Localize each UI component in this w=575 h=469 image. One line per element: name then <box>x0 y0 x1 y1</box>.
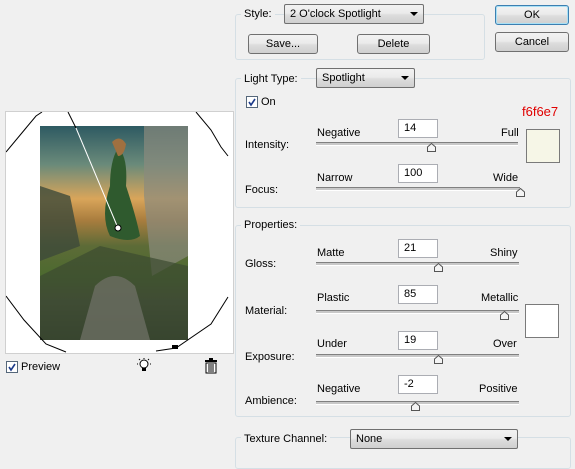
save-button[interactable]: Save... <box>248 34 318 54</box>
style-selected-value: 2 O'clock Spotlight <box>290 8 381 20</box>
focus-slider-track[interactable] <box>316 187 520 191</box>
properties-legend: Properties: <box>241 219 301 232</box>
light-edge-handle <box>172 345 178 349</box>
focus-max-label: Wide <box>493 172 519 184</box>
intensity-label: Intensity: <box>245 139 290 151</box>
gloss-label: Gloss: <box>245 258 277 270</box>
texture-channel-select[interactable]: None <box>350 429 518 449</box>
focus-value-field[interactable]: 100 <box>398 164 438 183</box>
intensity-slider-thumb[interactable] <box>427 142 437 152</box>
light-on-label: On <box>261 96 276 108</box>
focus-min-label: Narrow <box>317 172 353 184</box>
ambience-label: Ambience: <box>245 395 297 407</box>
ambience-min-label: Negative <box>317 383 361 395</box>
material-min-label: Plastic <box>317 292 350 304</box>
exposure-max-label: Over <box>493 338 517 350</box>
texture-selected-value: None <box>356 433 383 445</box>
light-type-legend: Light Type: <box>241 73 301 86</box>
style-select[interactable]: 2 O'clock Spotlight <box>284 4 424 24</box>
texture-legend: Texture Channel: <box>241 433 331 446</box>
focus-slider-thumb[interactable] <box>516 187 525 197</box>
light-bulb-icon[interactable] <box>136 358 152 374</box>
exposure-min-label: Under <box>317 338 347 350</box>
gloss-min-label: Matte <box>317 247 345 259</box>
gloss-max-label: Shiny <box>490 247 518 259</box>
ok-button[interactable]: OK <box>495 5 569 25</box>
material-color-swatch[interactable] <box>525 304 559 338</box>
chevron-down-icon <box>401 76 409 80</box>
exposure-label: Exposure: <box>245 351 295 363</box>
material-slider-track[interactable] <box>316 310 519 314</box>
gloss-slider-thumb[interactable] <box>433 262 443 272</box>
exposure-value-field[interactable]: 19 <box>398 331 438 350</box>
preview-label: Preview <box>21 361 61 373</box>
ambience-max-label: Positive <box>479 383 518 395</box>
material-value-field[interactable]: 85 <box>398 285 438 304</box>
light-type-select[interactable]: Spotlight <box>316 68 415 88</box>
gloss-slider-track[interactable] <box>316 262 519 266</box>
preview-checkbox[interactable] <box>6 361 18 373</box>
material-slider-thumb[interactable] <box>499 310 509 320</box>
trash-icon[interactable] <box>203 358 219 374</box>
cancel-button[interactable]: Cancel <box>495 32 569 52</box>
gloss-value-field[interactable]: 21 <box>398 239 438 258</box>
chevron-down-icon <box>504 437 512 441</box>
exposure-slider-thumb[interactable] <box>433 354 443 364</box>
light-center-handle <box>114 224 122 232</box>
light-color-hex: f6f6e7 <box>522 104 559 119</box>
light-type-selected-value: Spotlight <box>322 72 365 84</box>
focus-label: Focus: <box>245 184 279 196</box>
delete-button[interactable]: Delete <box>357 34 430 54</box>
exposure-slider-track[interactable] <box>316 354 519 358</box>
intensity-min-label: Negative <box>317 127 361 139</box>
chevron-down-icon <box>410 12 418 16</box>
light-color-swatch[interactable] <box>526 129 560 163</box>
intensity-value-field[interactable]: 14 <box>398 119 438 138</box>
material-label: Material: <box>245 305 288 317</box>
intensity-slider-track[interactable] <box>316 142 518 146</box>
light-handles-overlay[interactable] <box>6 112 233 353</box>
style-legend: Style: <box>241 8 275 21</box>
ambience-value-field[interactable]: -2 <box>398 375 438 394</box>
material-max-label: Metallic <box>481 292 519 304</box>
intensity-max-label: Full <box>501 127 519 139</box>
ambience-slider-thumb[interactable] <box>411 401 421 411</box>
preview-canvas[interactable] <box>5 111 234 354</box>
light-on-checkbox[interactable] <box>246 96 258 108</box>
